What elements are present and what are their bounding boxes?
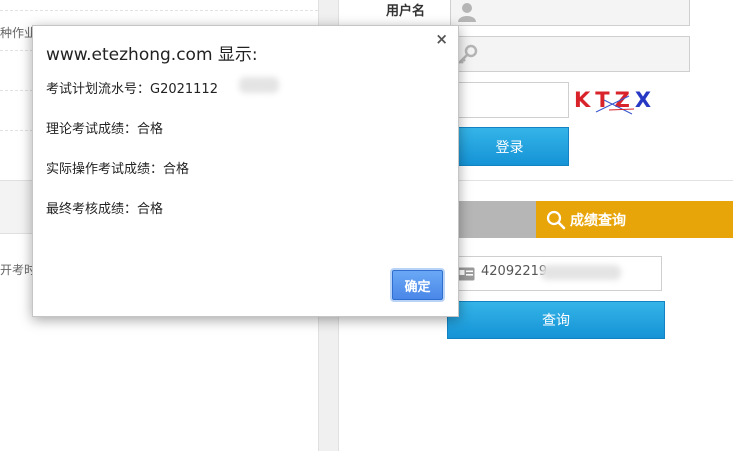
dialog-title: www.etezhong.com 显示: <box>46 45 258 65</box>
redaction-blur <box>541 265 621 280</box>
username-label: 用户名 <box>386 4 426 19</box>
redaction-blur <box>239 77 279 93</box>
id-number-value: 42092219 <box>481 264 548 279</box>
serial-number-line: 考试计划流水号：G2021112 <box>46 82 218 97</box>
left-text-fragment: 开考时 <box>0 263 37 277</box>
close-icon[interactable]: × <box>435 30 448 48</box>
left-text-fragment: 种作业 <box>0 26 37 40</box>
login-button[interactable]: 登录 <box>450 127 569 166</box>
divider <box>0 10 318 11</box>
page: 种作业 开考时 用户名 KTZX 登录 成绩查询 42092219 查询 www… <box>0 0 733 451</box>
captcha-image[interactable]: KTZX <box>574 88 656 115</box>
user-icon <box>458 3 476 22</box>
query-button[interactable]: 查询 <box>447 301 665 339</box>
username-input[interactable] <box>450 0 690 26</box>
id-card-icon <box>457 267 475 281</box>
password-input[interactable] <box>450 36 690 72</box>
ok-button[interactable]: 确定 <box>392 270 443 300</box>
key-icon <box>458 44 478 64</box>
captcha-input[interactable] <box>450 82 569 118</box>
captcha-noise-lines <box>595 95 635 115</box>
alert-dialog: www.etezhong.com 显示: × 考试计划流水号：G2021112 … <box>32 25 459 317</box>
search-icon <box>546 210 566 229</box>
tab-score-query[interactable]: 成绩查询 <box>536 201 733 238</box>
practical-score-line: 实际操作考试成绩：合格 <box>46 162 190 177</box>
tab-score-query-label: 成绩查询 <box>570 212 626 229</box>
final-score-line: 最终考核成绩：合格 <box>46 202 164 217</box>
theory-score-line: 理论考试成绩：合格 <box>46 122 164 137</box>
